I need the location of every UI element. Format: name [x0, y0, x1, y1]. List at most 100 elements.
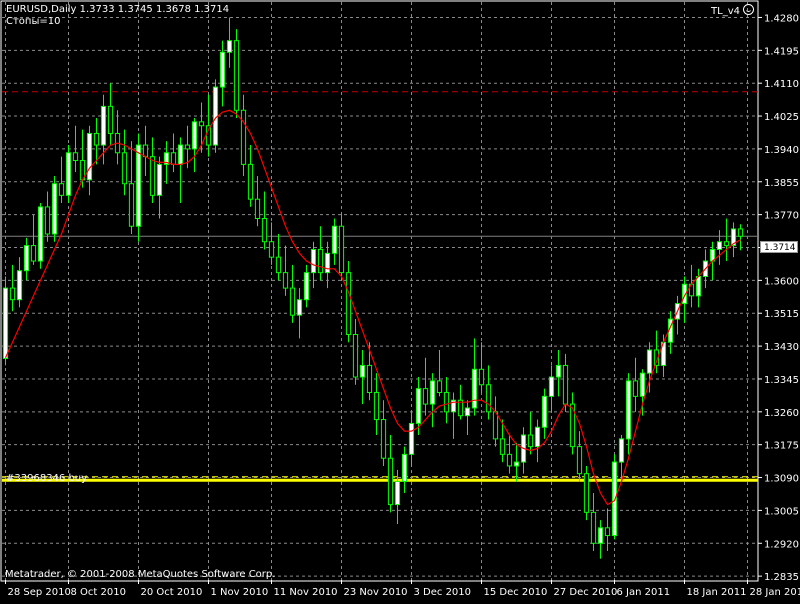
candle-body[interactable] — [311, 249, 315, 272]
candle-body[interactable] — [360, 365, 364, 377]
candle-body[interactable] — [381, 420, 385, 459]
candle-body[interactable] — [24, 246, 28, 271]
candle-body[interactable] — [290, 288, 294, 315]
candle-body[interactable] — [234, 41, 238, 111]
price-tick-label: 1.3345 — [764, 375, 799, 386]
candle-body[interactable] — [101, 106, 105, 145]
candle-body[interactable] — [38, 207, 42, 261]
candle-body[interactable] — [248, 164, 252, 199]
candle-body[interactable] — [171, 153, 175, 165]
candle-body[interactable] — [409, 423, 413, 454]
candle-body[interactable] — [297, 300, 301, 315]
candle-body[interactable] — [332, 226, 336, 253]
candle-body[interactable] — [269, 242, 273, 257]
candle-body[interactable] — [45, 207, 49, 234]
candle-body[interactable] — [276, 257, 280, 272]
candle-body[interactable] — [283, 273, 287, 288]
candle-body[interactable] — [528, 435, 532, 447]
candle-body[interactable] — [430, 381, 434, 404]
candle-body[interactable] — [241, 110, 245, 164]
candle-body[interactable] — [325, 253, 329, 272]
candle-body[interactable] — [598, 528, 602, 543]
candle-body[interactable] — [52, 184, 56, 234]
candle-body[interactable] — [626, 381, 630, 439]
candle-body[interactable] — [437, 381, 441, 393]
chart-canvas[interactable]: 1.42801.41951.41101.40251.39401.38551.37… — [0, 0, 800, 600]
candle-body[interactable] — [143, 145, 147, 157]
order-line-label[interactable]: #33968346 buy — [6, 473, 87, 484]
candle-body[interactable] — [199, 122, 203, 126]
candle-body[interactable] — [31, 246, 35, 261]
candle-body[interactable] — [227, 41, 231, 53]
candle-body[interactable] — [402, 454, 406, 481]
candle-body[interactable] — [3, 288, 7, 358]
candle-body[interactable] — [192, 122, 196, 149]
candle-body[interactable] — [486, 385, 490, 412]
candle-body[interactable] — [535, 427, 539, 446]
candle-body[interactable] — [465, 408, 469, 416]
candle-body[interactable] — [696, 277, 700, 296]
candle-body[interactable] — [563, 365, 567, 404]
candle-body[interactable] — [591, 512, 595, 543]
candle-body[interactable] — [577, 447, 581, 474]
time-tick-label: 6 Jan 2011 — [617, 587, 671, 598]
candle-body[interactable] — [94, 133, 98, 145]
candle-body[interactable] — [584, 474, 588, 513]
candle-body[interactable] — [640, 373, 644, 396]
time-tick-label: 20 Oct 2010 — [141, 587, 203, 598]
candle-body[interactable] — [346, 273, 350, 335]
candle-body[interactable] — [185, 145, 189, 149]
candle-body[interactable] — [612, 462, 616, 535]
candle-body[interactable] — [10, 288, 14, 300]
price-tick-label: 1.2920 — [764, 539, 799, 550]
indicator-label: TL_v4 — [711, 6, 740, 17]
candle-body[interactable] — [724, 242, 728, 246]
candle-body[interactable] — [255, 199, 259, 218]
candle-body[interactable] — [416, 389, 420, 424]
candle-body[interactable] — [472, 369, 476, 408]
candle-body[interactable] — [619, 439, 623, 462]
candle-body[interactable] — [514, 462, 518, 466]
candle-body[interactable] — [367, 365, 371, 392]
candle-body[interactable] — [353, 334, 357, 377]
candle-body[interactable] — [507, 454, 511, 466]
candle-body[interactable] — [59, 184, 63, 196]
time-tick-label: 18 Jan 2011 — [687, 587, 747, 598]
candle-body[interactable] — [339, 226, 343, 272]
candle-body[interactable] — [717, 242, 721, 250]
candle-body[interactable] — [87, 133, 91, 179]
candle-body[interactable] — [388, 458, 392, 504]
candle-body[interactable] — [647, 350, 651, 373]
candle-body[interactable] — [73, 153, 77, 161]
candle-body[interactable] — [444, 392, 448, 411]
candle-body[interactable] — [66, 153, 70, 196]
price-tick-label: 1.4280 — [764, 13, 799, 24]
candle-body[interactable] — [738, 229, 742, 236]
candle-body[interactable] — [549, 377, 553, 396]
candle-body[interactable] — [542, 396, 546, 427]
candle-body[interactable] — [493, 412, 497, 439]
candle-body[interactable] — [129, 184, 133, 227]
candle-body[interactable] — [122, 153, 126, 184]
candle-body[interactable] — [262, 219, 266, 242]
candle-body[interactable] — [108, 106, 112, 133]
candle-body[interactable] — [150, 157, 154, 196]
candle-body[interactable] — [178, 145, 182, 164]
candle-body[interactable] — [136, 145, 140, 226]
candle-body[interactable] — [633, 381, 637, 396]
candle-body[interactable] — [304, 273, 308, 300]
candle-body[interactable] — [479, 369, 483, 384]
time-tick-label: 28 Sep 2010 — [8, 587, 71, 598]
candle-body[interactable] — [500, 439, 504, 454]
candle-body[interactable] — [318, 249, 322, 272]
candle-body[interactable] — [157, 164, 161, 195]
candle-body[interactable] — [220, 52, 224, 87]
price-tick-label: 1.3515 — [764, 309, 799, 320]
candle-body[interactable] — [423, 389, 427, 404]
candle-body[interactable] — [395, 481, 399, 504]
candle-body[interactable] — [374, 392, 378, 419]
candle-body[interactable] — [605, 528, 609, 536]
candle-body[interactable] — [17, 271, 21, 300]
candle-body[interactable] — [556, 365, 560, 377]
price-chart[interactable]: 1.42801.41951.41101.40251.39401.38551.37… — [0, 0, 800, 600]
